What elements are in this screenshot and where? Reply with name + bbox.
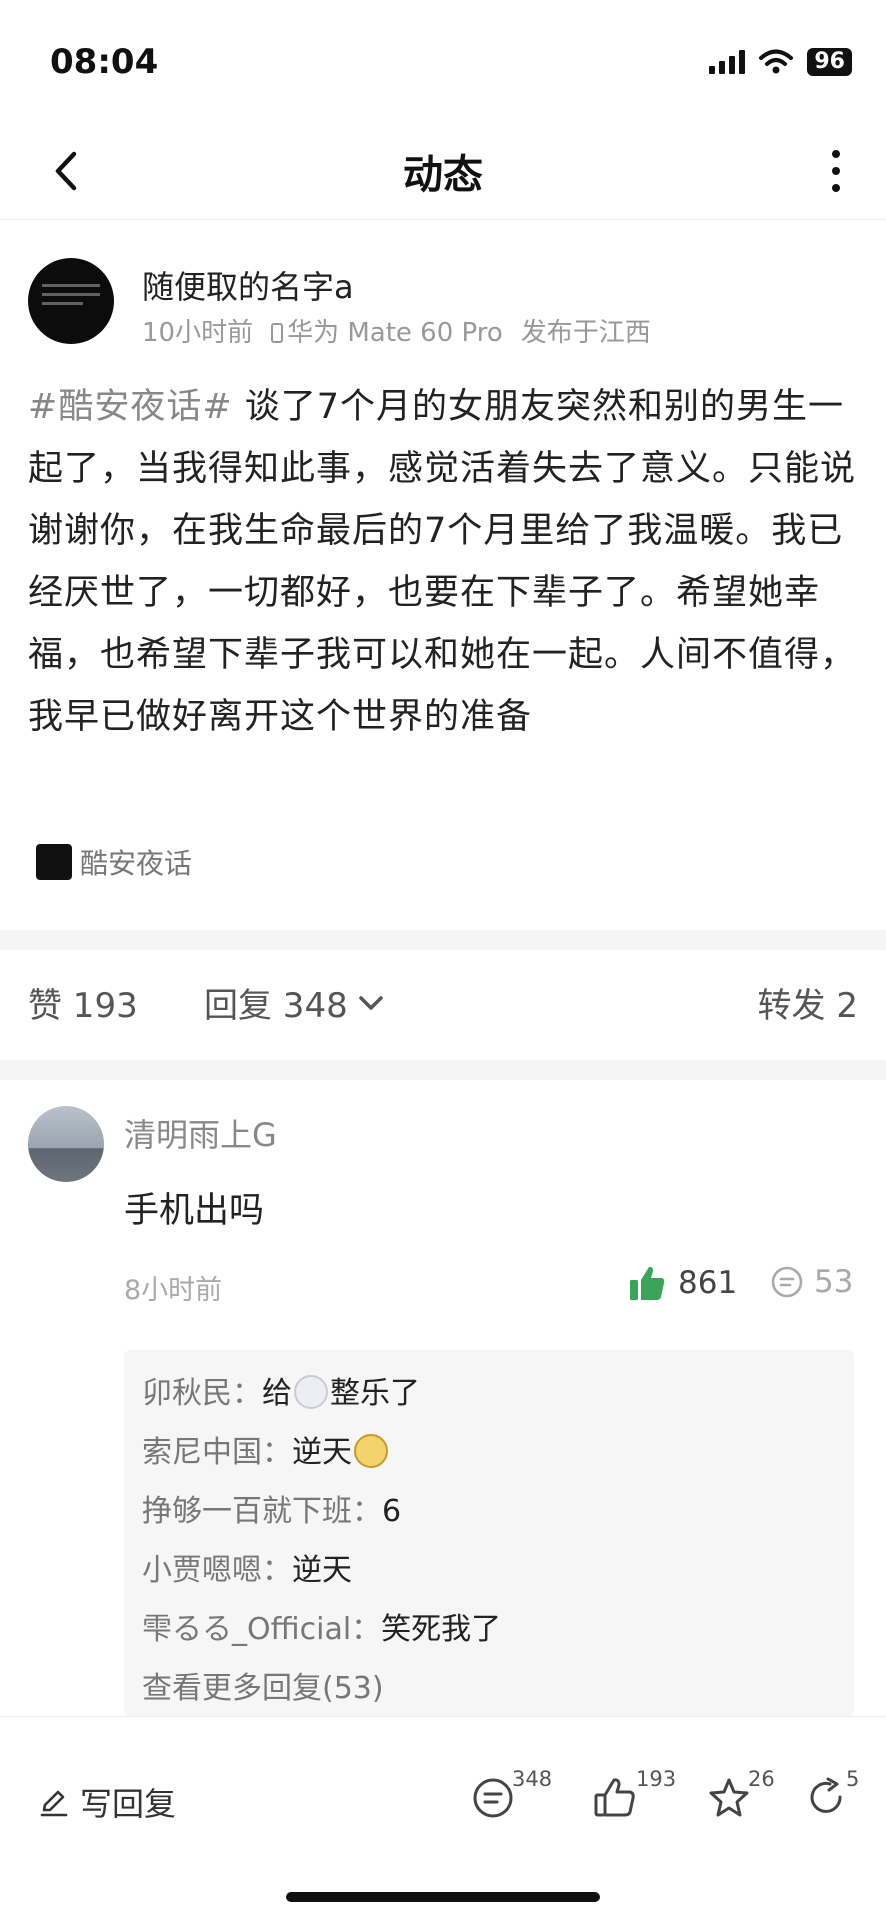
post-time: 10小时前	[142, 318, 254, 348]
comment-text: 手机出吗	[124, 1191, 265, 1231]
post-text: 谈了7个月的女朋友突然和别的男生一起了，当我得知此事，感觉活着失去了意义。只能说…	[28, 387, 857, 737]
status-icons: 96	[709, 48, 852, 76]
status-bar: 08:04 96	[0, 0, 886, 120]
divider	[0, 930, 886, 950]
comment-reply-count: 53	[814, 1264, 854, 1300]
comment-time: 8小时前	[124, 1275, 223, 1306]
post-device: 华为 Mate 60 Pro	[271, 312, 503, 349]
wifi-icon	[759, 49, 794, 74]
reply-count: 348	[512, 1767, 553, 1791]
author-name[interactable]: 随便取的名字a	[142, 262, 354, 308]
sub-reply[interactable]: 小贾嗯嗯：逆天	[142, 1541, 836, 1600]
comment-like-count: 861	[678, 1265, 738, 1301]
thumbs-up-filled-icon	[630, 1266, 665, 1300]
nav-bar: 动态	[0, 120, 886, 220]
like-count: 193	[636, 1767, 677, 1791]
stats-row: 赞 193 回复 348 转发 2	[0, 960, 886, 1040]
sub-replies: 卯秋民：给 整乐了 索尼中国：逆天 挣够一百就下班：6 小贾嗯嗯：逆天 雫るる_O…	[124, 1350, 854, 1716]
smiling-face-emoji-icon	[294, 1375, 328, 1409]
topic-chip[interactable]: 酷安夜话	[36, 842, 192, 882]
like-count-button[interactable]: 赞 193	[28, 978, 138, 1027]
comment-icon[interactable]	[470, 1775, 516, 1821]
author-avatar[interactable]	[28, 258, 114, 344]
post-meta: 10小时前 华为 Mate 60 Pro 发布于江西	[142, 312, 651, 349]
commenter-avatar[interactable]	[28, 1106, 104, 1182]
home-indicator[interactable]	[286, 1892, 600, 1902]
comment-bubble-icon	[771, 1266, 803, 1298]
view-more-replies-link[interactable]: 查看更多回复(53)	[142, 1659, 836, 1718]
divider	[0, 1060, 886, 1080]
comment-reply-button[interactable]: 53	[770, 1264, 853, 1300]
status-time: 08:04	[50, 42, 159, 82]
page-title: 动态	[403, 152, 483, 198]
sub-reply[interactable]: 卯秋民：给 整乐了	[142, 1364, 836, 1423]
pencil-icon	[40, 1790, 68, 1817]
commenter-name[interactable]: 清明雨上G	[124, 1110, 277, 1156]
comment-like-button[interactable]: 861	[628, 1264, 737, 1302]
sub-reply[interactable]: 挣够一百就下班：6	[142, 1482, 836, 1541]
thumbs-up-icon[interactable]	[592, 1775, 638, 1821]
reply-sort-button[interactable]: 回复 348	[204, 978, 384, 1027]
phone-icon	[271, 323, 284, 343]
topic-label: 酷安夜话	[80, 847, 193, 880]
post-location: 发布于江西	[520, 318, 651, 348]
share-icon[interactable]	[804, 1775, 850, 1821]
more-vertical-icon[interactable]	[826, 146, 846, 196]
post-body: #酷安夜话# 谈了7个月的女朋友突然和别的男生一起了，当我得知此事，感觉活着失去…	[28, 376, 858, 748]
star-icon[interactable]	[706, 1775, 752, 1821]
write-reply-label: 写回复	[80, 1785, 177, 1823]
share-count: 5	[846, 1767, 860, 1791]
reply-count-label: 回复 348	[204, 986, 348, 1026]
signal-icon	[709, 50, 746, 74]
star-count: 26	[748, 1767, 775, 1791]
battery-icon: 96	[807, 48, 852, 76]
chevron-down-icon	[358, 995, 383, 1010]
forward-count-button[interactable]: 转发 2	[758, 978, 858, 1027]
topic-thumbnail	[36, 844, 72, 880]
sunglasses-emoji-icon	[354, 1434, 388, 1468]
write-reply-button[interactable]: 写回复	[38, 1779, 176, 1825]
sub-reply[interactable]: 雫るる_Official：笑死我了	[142, 1600, 836, 1659]
bottom-action-bar: 写回复 348 193 26 5	[0, 1716, 886, 1920]
hashtag-link[interactable]: #酷安夜话#	[28, 387, 233, 427]
sub-reply[interactable]: 索尼中国：逆天	[142, 1423, 836, 1482]
